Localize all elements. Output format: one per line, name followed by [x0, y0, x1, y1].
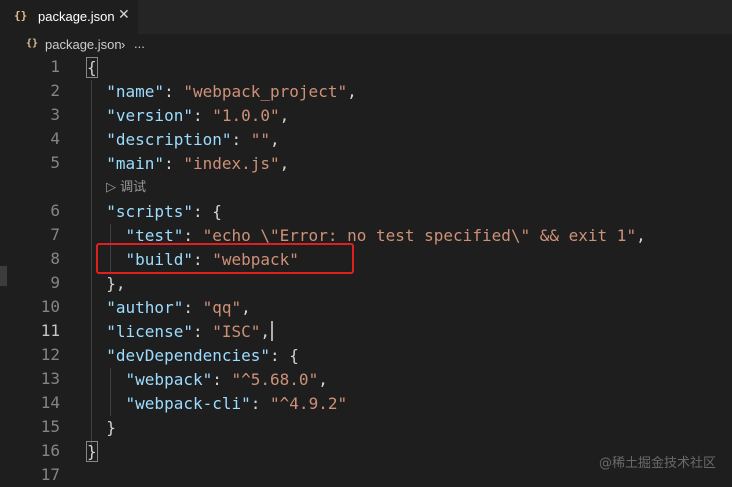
code-line: "webpack-cli": "^4.9.2"	[125, 394, 348, 413]
json-value: ""	[250, 130, 271, 149]
json-file-icon: {}	[14, 9, 28, 22]
breadcrumb: {} package.json › ...	[0, 34, 732, 56]
chevron-right-icon: ›	[121, 37, 126, 52]
line-number: 13	[40, 369, 60, 388]
annotation-highlight-box	[96, 243, 354, 274]
brace-close: },	[106, 274, 126, 293]
json-value: "qq"	[202, 298, 242, 317]
code-line: "version": "1.0.0",	[106, 106, 290, 125]
json-key: "version"	[106, 106, 193, 125]
code-line: },	[87, 272, 126, 296]
json-key: "license"	[106, 322, 193, 341]
line-number: 1	[50, 57, 60, 76]
tab-label: package.json	[38, 9, 115, 24]
json-key: "webpack"	[125, 370, 213, 389]
json-value: "ISC"	[212, 322, 261, 341]
brace-close: }	[106, 418, 116, 437]
json-value: "webpack_project"	[183, 82, 348, 101]
json-key: "name"	[106, 82, 165, 101]
json-key: "main"	[106, 154, 165, 173]
code-line: "license": "ISC",	[106, 322, 271, 341]
json-key: "scripts"	[106, 202, 193, 221]
line-number: 17	[40, 465, 60, 484]
json-file-icon: {}	[26, 38, 39, 49]
line-number: 15	[40, 417, 60, 436]
code-line: "name": "webpack_project",	[106, 82, 357, 101]
tab-bar: {} package.json ✕	[0, 0, 732, 34]
json-value: "1.0.0"	[212, 106, 280, 125]
line-number: 12	[40, 345, 60, 364]
json-key: "webpack-cli"	[125, 394, 251, 413]
code-line: "author": "qq",	[106, 298, 251, 317]
line-number: 5	[50, 153, 60, 172]
line-number: 10	[40, 297, 60, 316]
close-icon[interactable]: ✕	[118, 7, 130, 23]
json-value: "index.js"	[183, 154, 280, 173]
tab-package-json[interactable]: {} package.json ✕	[0, 0, 138, 34]
line-number: 8	[50, 249, 60, 268]
code-line: "description": "",	[106, 130, 280, 149]
json-value: "^4.9.2"	[270, 394, 348, 413]
code-line: "main": "index.js",	[106, 154, 290, 173]
json-value: "^5.68.0"	[231, 370, 319, 389]
code-line: "webpack": "^5.68.0",	[125, 370, 328, 389]
code-line: "devDependencies": {	[106, 346, 299, 365]
watermark: @稀土掘金技术社区	[598, 456, 716, 471]
json-key: "description"	[106, 130, 232, 149]
text-cursor	[271, 321, 273, 341]
brace-open: {	[86, 57, 98, 78]
line-number: 7	[50, 225, 60, 244]
breadcrumb-more[interactable]: ...	[134, 36, 145, 51]
code-line: }	[86, 440, 98, 464]
code-editor[interactable]: 1 2 3 4 5 6 7 8 9 10 11 12 13 14 15 16 1…	[0, 56, 732, 487]
json-key: "author"	[106, 298, 184, 317]
line-number: 6	[50, 201, 60, 220]
brace-close: }	[86, 441, 98, 462]
code-line: {	[86, 56, 98, 80]
line-number: 3	[50, 105, 60, 124]
code-line: }	[87, 416, 116, 440]
line-number: 4	[50, 129, 60, 148]
line-number: 9	[50, 273, 60, 292]
line-number: 16	[40, 441, 60, 460]
debug-codelens[interactable]: ▷ 调试	[106, 176, 146, 195]
json-key: "devDependencies"	[106, 346, 271, 365]
breadcrumb-file[interactable]: package.json	[45, 37, 122, 52]
line-number: 2	[50, 81, 60, 100]
line-number: 14	[40, 393, 60, 412]
line-number-active: 11	[40, 321, 60, 340]
code-line: "scripts": {	[106, 202, 222, 221]
